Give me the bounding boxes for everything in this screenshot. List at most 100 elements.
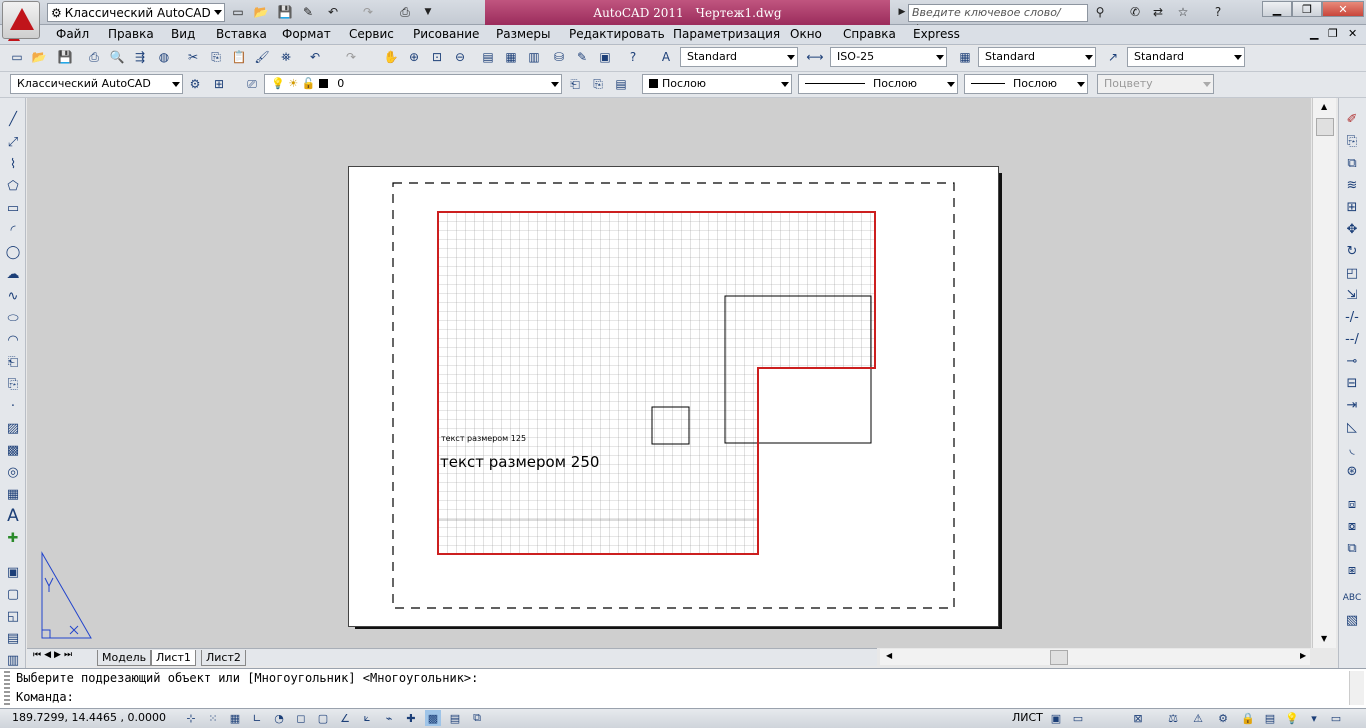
array-icon[interactable]: ⊞ [1343, 198, 1361, 216]
new-file-icon[interactable]: ▭ [8, 48, 26, 66]
vertical-scroll-thumb[interactable] [1316, 118, 1334, 136]
annotation-visibility-icon[interactable]: ⚠ [1190, 710, 1206, 726]
redo-icon[interactable]: ↷ [360, 4, 376, 20]
save-icon[interactable]: 💾 [56, 48, 74, 66]
menu-window[interactable]: Окно [790, 27, 822, 41]
command-window[interactable]: Выберите подрезающий объект или [Многоуг… [0, 668, 1366, 708]
space-toggle[interactable]: ЛИСТ [1012, 711, 1043, 724]
gradient-icon[interactable]: ▩ [4, 441, 22, 459]
zoom-previous-icon[interactable]: ⊖ [451, 48, 469, 66]
doc-close-button[interactable]: ✕ [1348, 27, 1357, 40]
ellipse-icon[interactable]: ⬭ [4, 309, 22, 327]
dynamic-ucs-icon[interactable]: ⟀ [359, 710, 375, 726]
tab-layout1[interactable]: Лист1 [151, 650, 196, 666]
menu-parametric[interactable]: Параметризация [673, 27, 780, 41]
communication-center-icon[interactable]: ✆ [1127, 4, 1143, 20]
minimize-button[interactable]: ▁ [1262, 1, 1292, 17]
circle-icon[interactable]: ◯ [4, 243, 22, 261]
object-snap-icon[interactable]: ◻ [293, 710, 309, 726]
workspace-switcher[interactable]: ⚙ Классический AutoCAD [47, 3, 225, 22]
text-front-icon[interactable]: ABC [1343, 589, 1361, 607]
clip-viewport-icon[interactable]: ◱ [4, 607, 22, 625]
binoculars-icon[interactable]: ⚲ [1092, 4, 1108, 20]
open-folder-icon[interactable]: 📂 [30, 48, 48, 66]
spline-icon[interactable]: ∿ [4, 287, 22, 305]
lock-ui-icon[interactable]: 🔒 [1240, 710, 1256, 726]
dynamic-input-icon[interactable]: ⌁ [381, 710, 397, 726]
open-folder-icon[interactable]: 📂 [253, 4, 269, 20]
menu-help[interactable]: Справка [843, 27, 896, 41]
block-editor-icon[interactable]: ⛯ [277, 48, 295, 66]
publish-icon[interactable]: ⇶ [131, 48, 149, 66]
draw-order-back-icon[interactable]: ⧇ [1343, 517, 1361, 535]
workspace-select[interactable]: Классический AutoCAD [10, 74, 183, 94]
grid-display-icon[interactable]: ▦ [227, 710, 243, 726]
menu-express[interactable]: Express [913, 27, 960, 41]
arc-icon[interactable]: ◜ [4, 221, 22, 239]
layer-select[interactable]: 💡 ☀ 🔓 0 [264, 74, 562, 94]
lineweight-toggle-icon[interactable]: ✚ [403, 710, 419, 726]
make-block-icon[interactable]: ⎘ [4, 375, 22, 393]
tab-layout2[interactable]: Лист2 [201, 650, 246, 666]
scale-icon[interactable]: ◰ [1343, 264, 1361, 282]
hardware-acceleration-icon[interactable]: ▤ [1262, 710, 1278, 726]
fillet-icon[interactable]: ◟ [1343, 440, 1361, 458]
menu-draw[interactable]: Рисование [413, 27, 479, 41]
match-properties-icon[interactable]: 🖌 [253, 48, 271, 66]
markup-icon[interactable]: ✎ [573, 48, 591, 66]
explode-icon[interactable]: ⊛ [1343, 462, 1361, 480]
cut-icon[interactable]: ✂ [184, 48, 202, 66]
workspace-settings-icon[interactable]: ⚙ [186, 75, 204, 93]
large-text-object[interactable]: текст размером 250 [440, 453, 599, 471]
menu-file[interactable]: Файл [56, 27, 89, 41]
ellipse-arc-icon[interactable]: ◠ [4, 331, 22, 349]
dim-style-select[interactable]: ISO-25 [830, 47, 947, 67]
new-file-icon[interactable]: ▭ [230, 4, 246, 20]
offset-icon[interactable]: ≋ [1343, 176, 1361, 194]
mleader-style-icon[interactable]: ↗ [1104, 48, 1122, 66]
menu-dimension[interactable]: Размеры [496, 27, 551, 41]
zoom-window-icon[interactable]: ⊡ [428, 48, 446, 66]
menu-tools[interactable]: Сервис [349, 27, 394, 41]
infer-constraints-icon[interactable]: ⊹ [183, 710, 199, 726]
tab-navigation-arrows[interactable]: ⏮◀▶⏭ [33, 650, 75, 660]
text-style-icon[interactable]: A [657, 48, 675, 66]
ortho-mode-icon[interactable]: ∟ [249, 710, 265, 726]
layout-paper[interactable] [348, 166, 999, 627]
color-select[interactable]: Послою [642, 74, 792, 94]
close-button[interactable]: ✕ [1322, 1, 1364, 17]
quick-calc-icon[interactable]: ▣ [596, 48, 614, 66]
line-icon[interactable]: ╱ [4, 110, 22, 128]
annotation-scale-icon[interactable]: ⚖ [1165, 710, 1181, 726]
copy-icon[interactable]: ⎘ [207, 48, 225, 66]
mleader-style-select[interactable]: Standard [1127, 47, 1245, 67]
scroll-left-icon[interactable]: ◀ [886, 651, 892, 660]
table-style-icon[interactable]: ▦ [956, 48, 974, 66]
command-grip[interactable] [4, 671, 10, 705]
doc-restore-button[interactable]: ❐ [1328, 27, 1338, 40]
exchange-icon[interactable]: ⇄ [1150, 4, 1166, 20]
layer-previous-icon[interactable]: ⎘ [589, 75, 607, 93]
redo-icon[interactable]: ↷ [342, 48, 360, 66]
menu-format[interactable]: Формат [282, 27, 331, 41]
hatch-back-icon[interactable]: ▧ [1343, 611, 1361, 629]
break-icon[interactable]: ⊟ [1343, 374, 1361, 392]
help-icon[interactable]: ? [624, 48, 642, 66]
menu-insert[interactable]: Вставка [216, 27, 267, 41]
copy-object-icon[interactable]: ⎘ [1343, 132, 1361, 150]
polar-tracking-icon[interactable]: ◔ [271, 710, 287, 726]
favorites-star-icon[interactable]: ☆ [1175, 4, 1191, 20]
stretch-icon[interactable]: ⇲ [1343, 286, 1361, 304]
erase-icon[interactable]: ✐ [1343, 110, 1361, 128]
linetype-select[interactable]: Послою [798, 74, 958, 94]
menu-view[interactable]: Вид [171, 27, 195, 41]
tool-palettes-icon[interactable]: ▥ [525, 48, 543, 66]
hatch-icon[interactable]: ▨ [4, 419, 22, 437]
polygon-icon[interactable]: ⬠ [4, 177, 22, 195]
small-text-object[interactable]: текст размером 125 [441, 434, 526, 443]
horizontal-scroll-thumb[interactable] [1050, 650, 1068, 665]
draw-order-front-icon[interactable]: ⧈ [1343, 495, 1361, 513]
status-menu-icon[interactable]: ▾ [1306, 710, 1322, 726]
customize-icon[interactable]: ⊞ [210, 75, 228, 93]
paste-icon[interactable]: 📋 [230, 48, 248, 66]
